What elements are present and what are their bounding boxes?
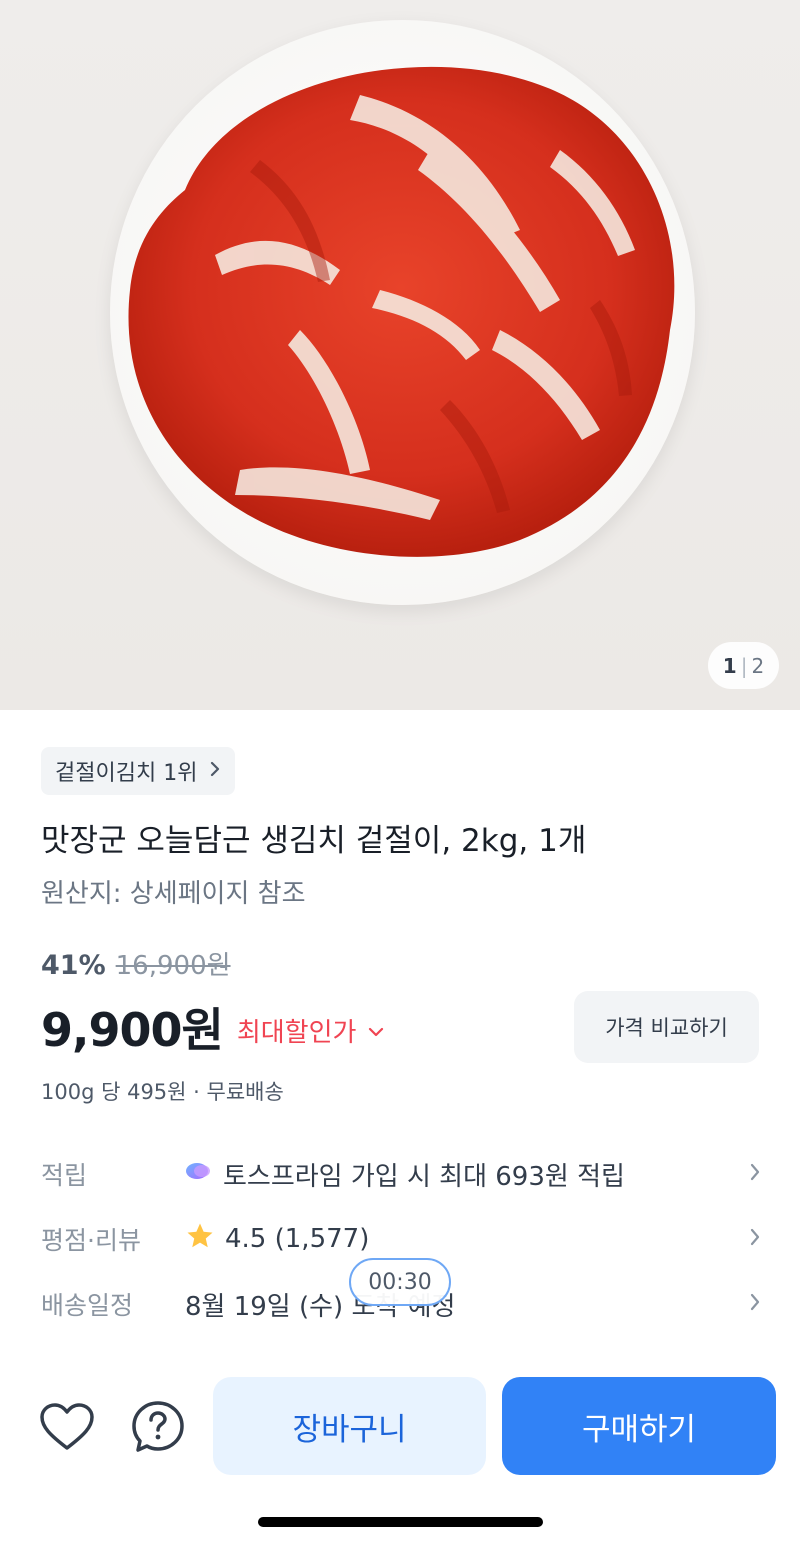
max-discount-label: 최대할인가 xyxy=(236,1017,357,1048)
rank-label: 겉절이김치 1위 xyxy=(55,761,198,786)
chevron-right-icon xyxy=(737,1225,761,1253)
discount-rate: 41% xyxy=(41,950,106,981)
chevron-down-icon xyxy=(368,1015,384,1045)
category-rank-chip[interactable]: 겉절이김치 1위 xyxy=(41,747,236,795)
points-value: 토스프라임 가입 시 최대 693원 적립 xyxy=(185,1156,737,1193)
toss-prime-icon xyxy=(185,1159,213,1190)
info-row-points[interactable]: 적립 토스프라임 가입 시 최대 693원 적립 xyxy=(41,1148,761,1200)
compare-price-button[interactable]: 가격 비교하기 xyxy=(574,991,759,1063)
delivery-value: 8월 19일 (수) 도착 예정 xyxy=(185,1286,737,1323)
rating-value: 4.5 (1,577) xyxy=(185,1221,737,1258)
total-pages: 2 xyxy=(751,653,765,678)
chevron-right-icon xyxy=(209,759,221,783)
unit-price-shipping: 100g 당 495원 · 무료배송 xyxy=(41,1080,284,1104)
kimchi-photo xyxy=(128,66,675,557)
chevron-right-icon xyxy=(737,1290,761,1318)
product-title: 맛장군 오늘담근 생김치 겉절이, 2kg, 1개 xyxy=(41,823,587,859)
counter-divider: | xyxy=(740,653,748,678)
timer-overlay: 00:30 xyxy=(349,1258,451,1306)
points-label: 적립 xyxy=(41,1161,88,1190)
buy-now-button[interactable]: 구매하기 xyxy=(502,1377,776,1475)
add-to-cart-button[interactable]: 장바구니 xyxy=(213,1377,486,1475)
delivery-label: 배송일정 xyxy=(41,1291,134,1320)
current-page: 1 xyxy=(722,653,737,678)
price-row: 9,900원 최대할인가 xyxy=(41,994,384,1060)
image-page-counter: 1 | 2 xyxy=(708,642,779,689)
product-origin: 원산지: 상세페이지 참조 xyxy=(41,879,306,909)
home-indicator[interactable] xyxy=(258,1517,543,1527)
points-text: 토스프라임 가입 시 최대 693원 적립 xyxy=(223,1161,625,1192)
original-price: 16,900원 xyxy=(115,951,231,981)
star-icon xyxy=(185,1221,215,1258)
chevron-right-icon xyxy=(737,1160,761,1188)
discount-row: 41% 16,900원 xyxy=(41,945,231,982)
rating-label: 평점·리뷰 xyxy=(41,1226,141,1255)
rating-text: 4.5 (1,577) xyxy=(225,1224,370,1254)
max-discount-toggle[interactable]: 최대할인가 xyxy=(237,1012,385,1049)
product-image-gallery[interactable]: 1 | 2 xyxy=(0,0,800,710)
heart-icon[interactable] xyxy=(37,1397,97,1457)
question-icon[interactable] xyxy=(128,1397,188,1457)
sale-price: 9,900원 xyxy=(41,1003,224,1057)
